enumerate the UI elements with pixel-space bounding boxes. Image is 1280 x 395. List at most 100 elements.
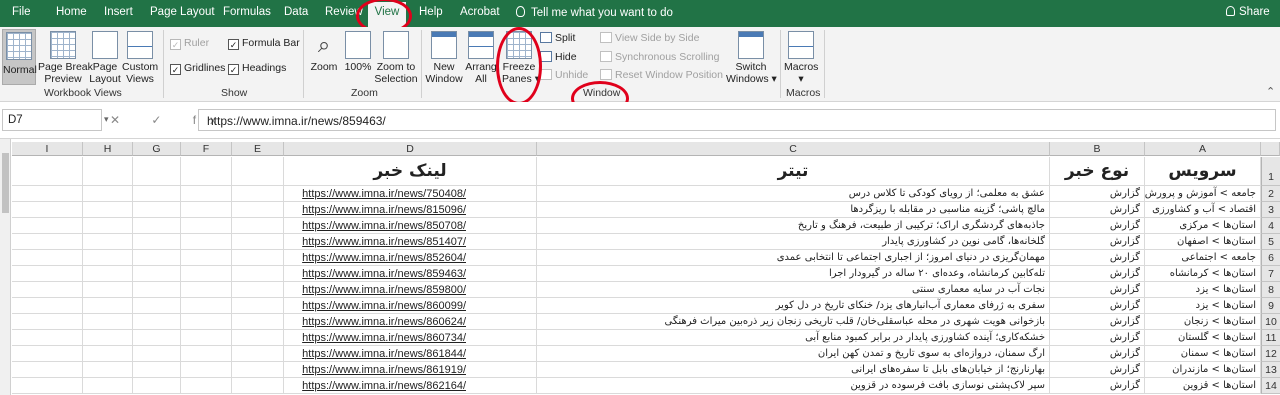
empty-cell[interactable] [181,378,232,394]
empty-cell[interactable] [232,202,284,218]
empty-cell[interactable] [181,266,232,282]
name-box-dropdown-icon[interactable]: ▾ [104,114,109,125]
empty-cell[interactable] [181,330,232,346]
cell-a[interactable]: استان‌ها > قزوین [1145,378,1261,394]
empty-cell[interactable] [181,157,232,186]
name-box[interactable]: D7 [2,109,102,131]
empty-cell[interactable] [12,282,83,298]
cell-d[interactable]: https://www.imna.ir/news/815096/ [284,202,537,218]
empty-cell[interactable] [133,202,181,218]
empty-cell[interactable] [83,346,133,362]
macros-button[interactable]: Macros ▾ [784,31,818,85]
empty-cell[interactable] [83,314,133,330]
cell-d[interactable]: https://www.imna.ir/news/862164/ [284,378,537,394]
cell-b[interactable]: گزارش [1050,314,1145,330]
cell-c[interactable]: مالچ پاشی؛ گزینه مناسبی در مقابله با ریز… [537,202,1050,218]
empty-cell[interactable] [83,186,133,202]
empty-cell[interactable] [232,346,284,362]
cell-c[interactable]: سپر لاک‌پشتی نوسازی بافت فرسوده در قزوین [537,378,1050,394]
empty-cell[interactable] [181,186,232,202]
tab-file[interactable]: File [12,6,31,18]
cell-d[interactable]: https://www.imna.ir/news/852604/ [284,250,537,266]
zoom-to-selection-button[interactable]: Zoom to Selection [374,31,418,85]
collapse-ribbon-icon[interactable]: ⌃ [1266,85,1275,98]
empty-cell[interactable] [133,378,181,394]
tell-me-box[interactable]: Tell me what you want to do [516,6,673,19]
empty-cell[interactable] [133,218,181,234]
cell-c[interactable]: تله‌کابین کرمانشاه، وعده‌ای ۲۰ ساله در گ… [537,266,1050,282]
column-header-f[interactable]: F [181,142,232,156]
empty-cell[interactable] [83,218,133,234]
cell-b[interactable]: گزارش [1050,298,1145,314]
cell-b[interactable]: گزارش [1050,234,1145,250]
empty-cell[interactable] [83,202,133,218]
column-header-g[interactable]: G [133,142,181,156]
column-header-i[interactable]: I [12,142,83,156]
new-window-button[interactable]: New Window [425,31,463,85]
empty-cell[interactable] [133,157,181,186]
empty-cell[interactable] [181,362,232,378]
row-header[interactable]: 5 [1261,234,1280,250]
cell-a[interactable]: استان‌ها > کرمانشاه [1145,266,1261,282]
row-header[interactable]: 10 [1261,314,1280,330]
cell-c[interactable]: گلخانه‌ها، گامی نوین در کشاورزی پایدار [537,234,1050,250]
empty-cell[interactable] [181,282,232,298]
empty-cell[interactable] [232,250,284,266]
row-header[interactable]: 2 [1261,186,1280,202]
row-header[interactable]: 14 [1261,378,1280,394]
header-cell-a[interactable]: سرویس [1145,157,1261,186]
cell-d[interactable]: https://www.imna.ir/news/860734/ [284,330,537,346]
vertical-scrollbar[interactable] [0,139,11,395]
cell-b[interactable]: گزارش [1050,186,1145,202]
empty-cell[interactable] [12,234,83,250]
empty-cell[interactable] [12,346,83,362]
cell-b[interactable]: گزارش [1050,346,1145,362]
header-cell-b[interactable]: نوع خبر [1050,157,1145,186]
empty-cell[interactable] [12,378,83,394]
empty-cell[interactable] [232,282,284,298]
custom-views-button[interactable]: Custom Views [122,31,158,85]
empty-cell[interactable] [232,266,284,282]
formula-bar-checkbox[interactable]: ✓ Formula Bar [228,37,300,50]
formula-input[interactable]: https://www.imna.ir/news/859463/ [198,109,1276,131]
empty-cell[interactable] [83,298,133,314]
empty-cell[interactable] [133,346,181,362]
empty-cell[interactable] [181,218,232,234]
unhide-button[interactable]: Unhide [540,69,588,81]
empty-cell[interactable] [12,157,83,186]
synchronous-scrolling-button[interactable]: Synchronous Scrolling [600,51,719,63]
cell-b[interactable]: گزارش [1050,330,1145,346]
empty-cell[interactable] [232,234,284,250]
cell-c[interactable]: مهمان‌گریزی در دنیای امروز؛ از اجباری اج… [537,250,1050,266]
switch-windows-button[interactable]: Switch Windows ▾ [726,31,777,85]
empty-cell[interactable] [181,234,232,250]
tab-data[interactable]: Data [284,6,308,18]
cell-c[interactable]: جاذبه‌های گردشگری اراک؛ ترکیبی از طبیعت،… [537,218,1050,234]
empty-cell[interactable] [12,250,83,266]
column-header-h[interactable]: H [83,142,133,156]
empty-cell[interactable] [133,330,181,346]
empty-cell[interactable] [12,266,83,282]
cell-d[interactable]: https://www.imna.ir/news/851407/ [284,234,537,250]
page-layout-button[interactable]: Page Layout [89,31,121,85]
tab-page-layout[interactable]: Page Layout [150,6,215,18]
cell-a[interactable]: جامعه > آموزش و پرورش [1145,186,1261,202]
split-button[interactable]: Split [540,32,575,44]
empty-cell[interactable] [83,157,133,186]
empty-cell[interactable] [12,298,83,314]
cell-b[interactable]: گزارش [1050,202,1145,218]
empty-cell[interactable] [133,250,181,266]
column-header-d[interactable]: D [284,142,537,156]
column-header-b[interactable]: B [1050,142,1145,156]
empty-cell[interactable] [83,330,133,346]
empty-cell[interactable] [133,234,181,250]
empty-cell[interactable] [232,378,284,394]
empty-cell[interactable] [133,186,181,202]
empty-cell[interactable] [133,266,181,282]
cell-d[interactable]: https://www.imna.ir/news/861919/ [284,362,537,378]
empty-cell[interactable] [12,218,83,234]
share-button[interactable]: Share [1226,6,1270,18]
row-header[interactable]: 6 [1261,250,1280,266]
empty-cell[interactable] [181,298,232,314]
row-header[interactable]: 9 [1261,298,1280,314]
